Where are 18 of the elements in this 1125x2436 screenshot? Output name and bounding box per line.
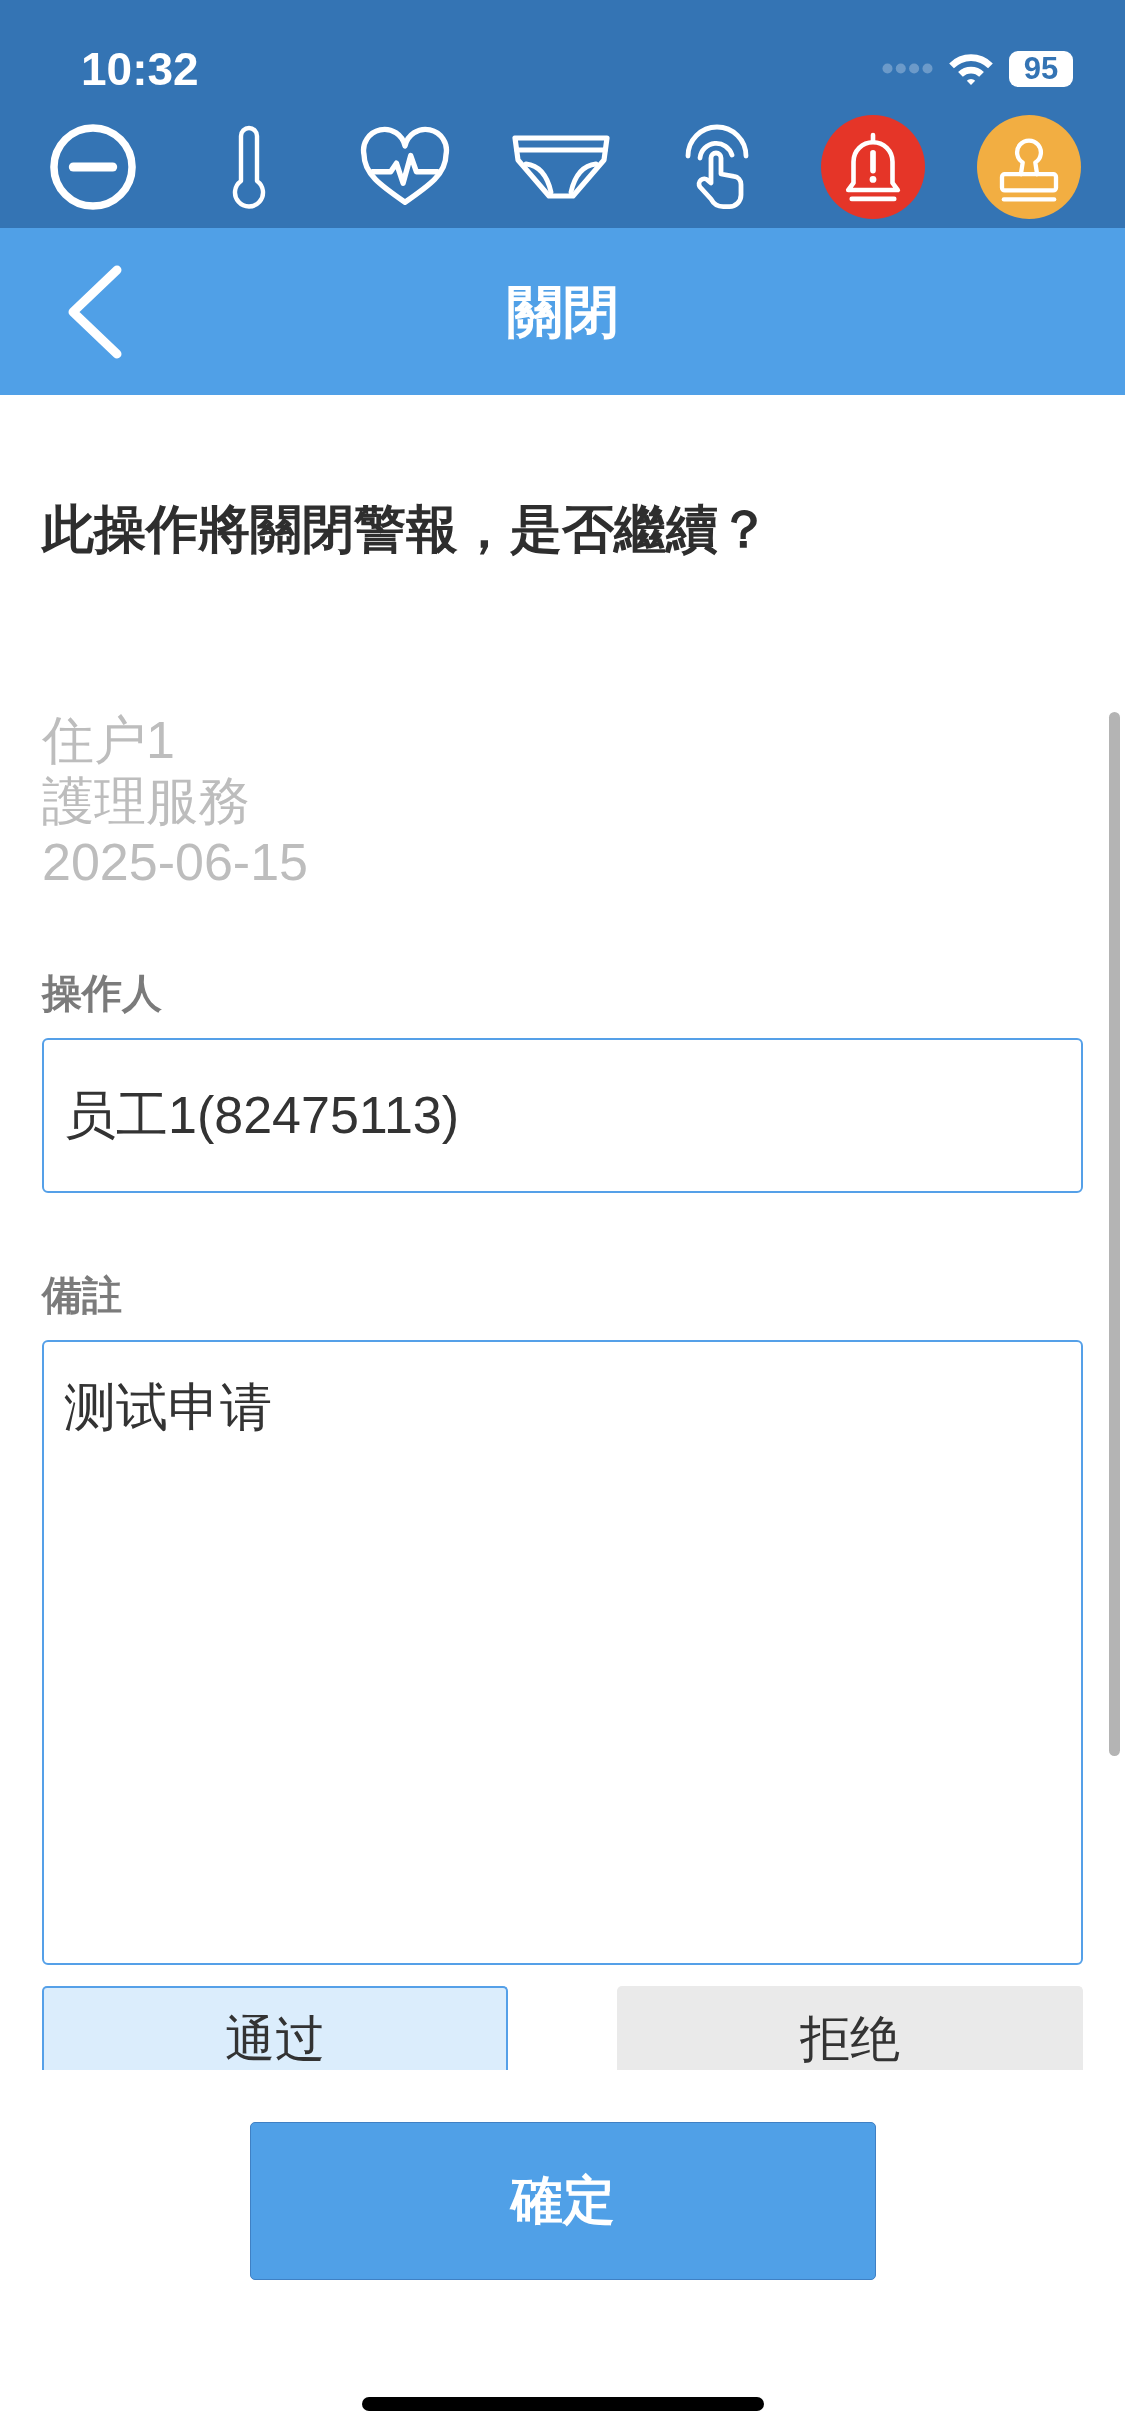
wifi-icon xyxy=(948,52,994,85)
field-label: 備註 xyxy=(42,1272,122,1318)
heart-pulse-icon[interactable] xyxy=(359,125,451,208)
signal-icon xyxy=(882,63,933,74)
operator-input[interactable]: 员工1(82475113) xyxy=(42,1038,1083,1193)
battery-indicator: 95 xyxy=(1009,50,1073,87)
status-time: 10:32 xyxy=(81,45,199,92)
decision-option[interactable]: 通过 xyxy=(42,1986,508,2070)
decision-option[interactable]: 拒绝 xyxy=(617,1986,1083,2070)
minus-circle-icon[interactable] xyxy=(50,123,136,210)
page-title: 關閉 xyxy=(506,278,619,345)
alert-detail: 2025-06-15 xyxy=(42,832,308,893)
alert-detail: 住户1 xyxy=(42,710,175,771)
alert-detail: 護理服務 xyxy=(42,771,250,832)
back-icon[interactable] xyxy=(67,264,123,359)
confirmation-question: 此操作將關閉警報，是否繼續？ xyxy=(42,499,771,559)
field-label: 操作人 xyxy=(42,970,162,1016)
remarks-textarea[interactable]: 测试申请 xyxy=(42,1340,1083,1965)
